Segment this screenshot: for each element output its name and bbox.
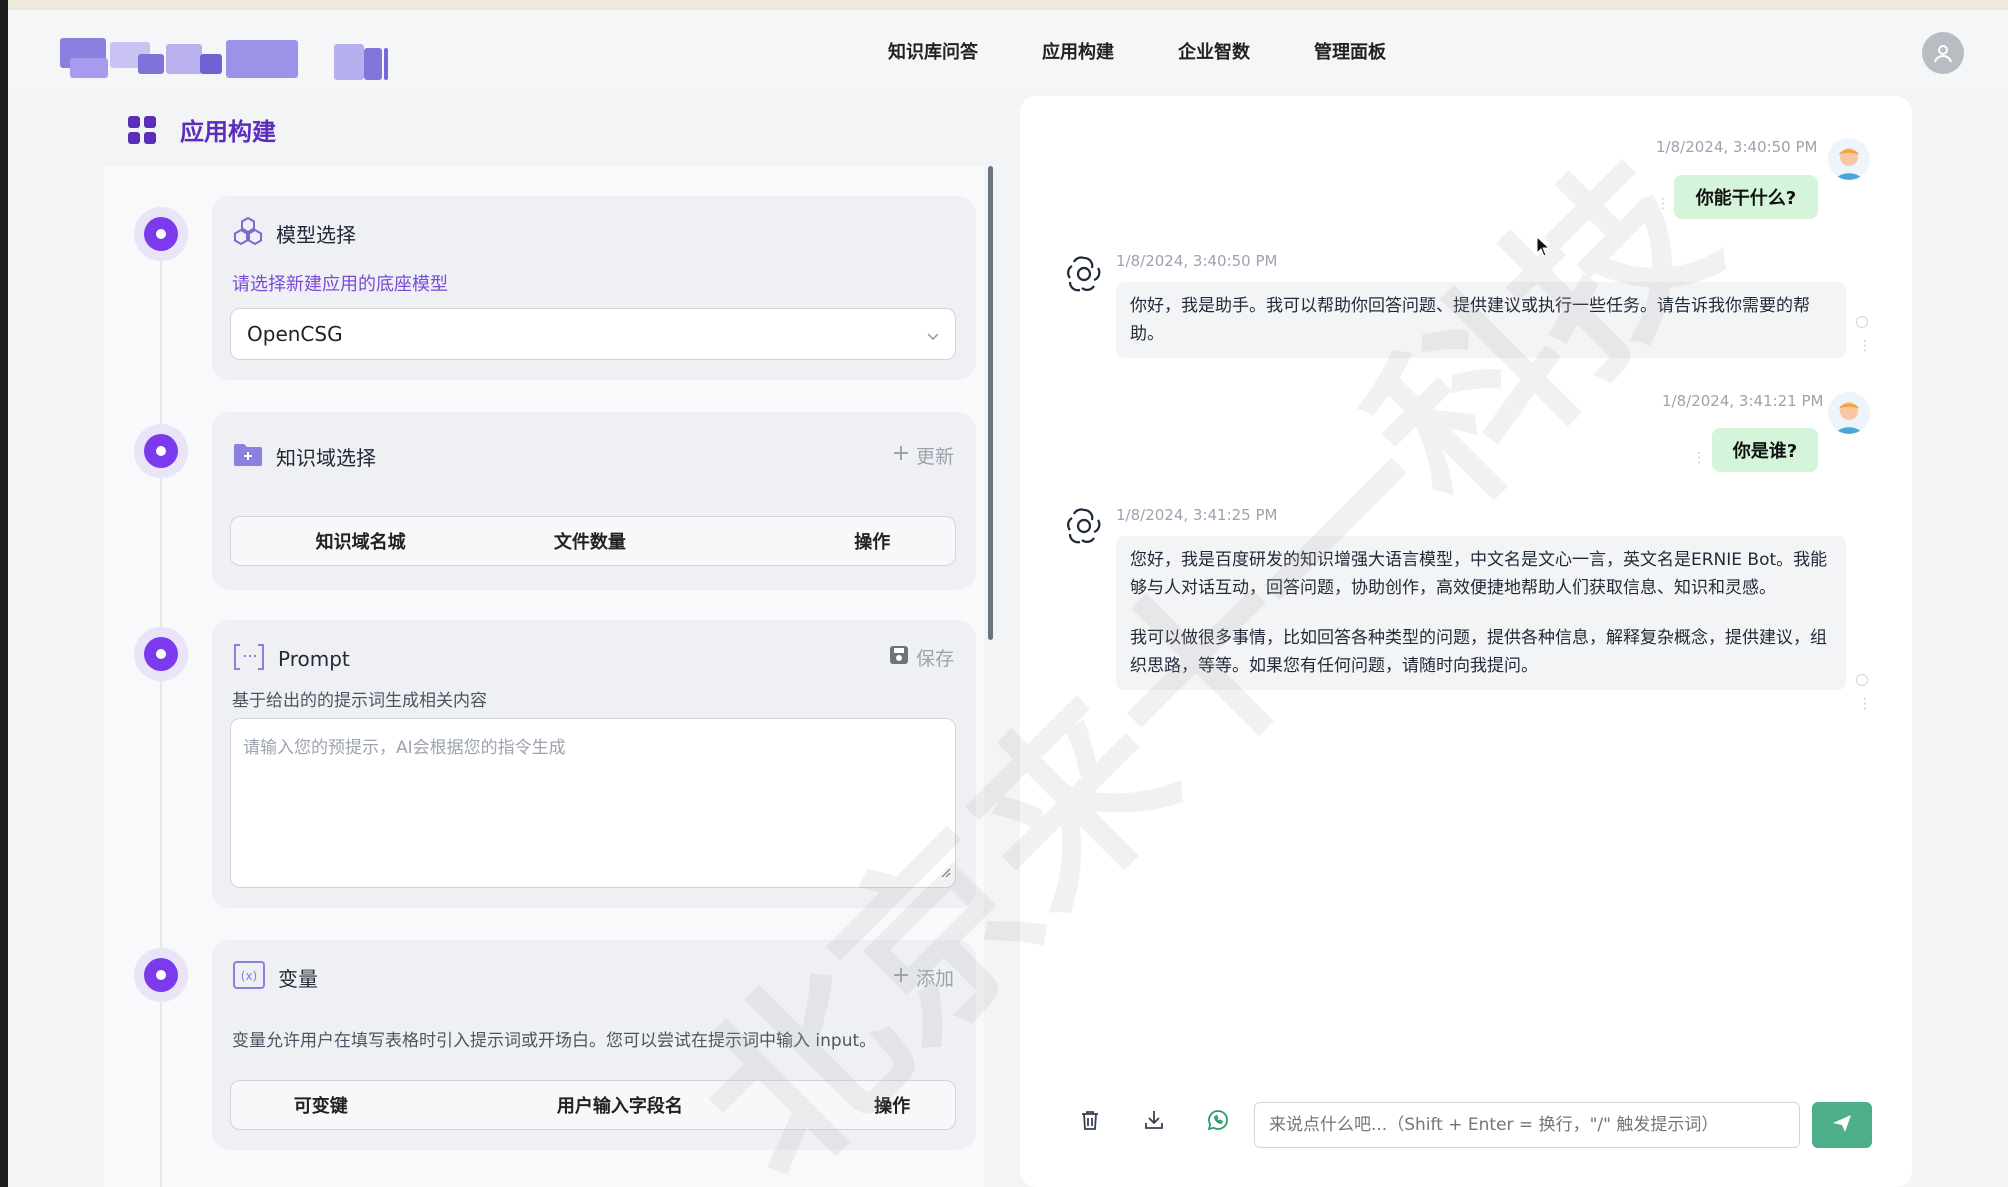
brand-logo[interactable]	[50, 28, 390, 84]
nav-admin-panel[interactable]: 管理面板	[1314, 38, 1386, 64]
variable-icon: (x)	[232, 960, 266, 994]
model-select-hint: 请选择新建应用的底座模型	[232, 274, 448, 295]
main-nav: 知识库问答 应用构建 企业智数 管理面板	[888, 38, 1386, 64]
mouse-cursor-icon	[1536, 235, 1552, 262]
send-icon	[1831, 1112, 1853, 1138]
resize-handle-icon[interactable]	[941, 863, 951, 883]
status-ring-icon	[1856, 316, 1868, 328]
more-icon[interactable]: ⋮	[1858, 338, 1872, 354]
trash-icon[interactable]	[1070, 1100, 1110, 1140]
plus-icon	[892, 966, 910, 989]
user-avatar-icon[interactable]	[1922, 32, 1964, 74]
brackets-icon	[232, 642, 266, 676]
variables-col-field: 用户输入字段名	[556, 1096, 683, 1117]
user-message-bubble: 你是谁?	[1712, 428, 1818, 472]
nav-knowledge-qa[interactable]: 知识库问答	[888, 38, 978, 64]
status-ring-icon	[1856, 674, 1868, 686]
top-header: 知识库问答 应用构建 企业智数 管理面板	[8, 10, 2008, 94]
model-select-label: 模型选择	[276, 222, 356, 247]
left-scrollbar[interactable]	[988, 166, 993, 640]
step-dot-prompt	[134, 627, 188, 681]
variables-add-button[interactable]: 添加	[892, 964, 954, 991]
step-dot-variables	[134, 948, 188, 1002]
whatsapp-icon[interactable]	[1198, 1100, 1238, 1140]
nav-app-build[interactable]: 应用构建	[1042, 38, 1114, 64]
variables-table-header: 可变键 用户输入字段名 操作	[230, 1080, 956, 1130]
svg-text:(x): (x)	[241, 969, 257, 983]
knowledge-col-action: 操作	[854, 532, 891, 553]
folder-icon	[232, 440, 264, 472]
user-message-bubble: 你能干什么?	[1674, 175, 1818, 219]
save-icon	[888, 644, 910, 671]
knowledge-table-header: 知识域名城 文件数量 操作	[230, 516, 956, 566]
more-icon[interactable]: ⋮	[1858, 696, 1872, 712]
message-timestamp: 1/8/2024, 3:41:21 PM	[1662, 392, 1824, 410]
panel-header: 应用构建	[128, 112, 276, 147]
prompt-card: Prompt 保存 基于给出的的提示词生成相关内容 请输入您的预提示，AI会根据…	[212, 620, 976, 908]
nav-enterprise-data[interactable]: 企业智数	[1178, 38, 1250, 64]
variables-label: 变量	[278, 966, 318, 991]
knowledge-col-name: 知识域名城	[315, 532, 406, 553]
window-left-edge	[0, 0, 8, 1187]
model-select-card: 模型选择 请选择新建应用的底座模型 OpenCSG	[212, 196, 976, 380]
plus-icon	[892, 444, 910, 467]
grid-icon	[128, 115, 156, 144]
assistant-message-bubble: 你好，我是助手。我可以帮助你回答问题、提供建议或执行一些任务。请告诉我你需要的帮…	[1116, 282, 1846, 358]
prompt-save-button[interactable]: 保存	[888, 644, 954, 671]
knowledge-update-button[interactable]: 更新	[892, 442, 954, 469]
user-avatar	[1828, 392, 1870, 434]
message-timestamp: 1/8/2024, 3:41:25 PM	[1116, 506, 1278, 524]
more-icon[interactable]: ⋮	[1692, 450, 1706, 466]
step-dot-knowledge	[134, 424, 188, 478]
timeline-line	[160, 230, 162, 1187]
assistant-message-bubble: 您好，我是百度研发的知识增强大语言模型，中文名是文心一言，英文名是ERNIE B…	[1116, 536, 1846, 690]
variables-col-action: 操作	[874, 1096, 911, 1117]
download-icon[interactable]	[1134, 1100, 1174, 1140]
window-top-strip	[0, 0, 2008, 10]
variables-card: (x) 变量 添加 变量允许用户在填写表格时引入提示词或开场白。您可以尝试在提示…	[212, 940, 976, 1150]
prompt-textarea[interactable]: 请输入您的预提示，AI会根据您的指令生成	[230, 718, 956, 888]
message-timestamp: 1/8/2024, 3:40:50 PM	[1116, 252, 1278, 270]
variables-description: 变量允许用户在填写表格时引入提示词或开场白。您可以尝试在提示词中输入 input…	[232, 1031, 877, 1051]
model-dropdown-value: OpenCSG	[247, 322, 343, 346]
model-dropdown[interactable]: OpenCSG	[230, 308, 956, 360]
assistant-openai-icon	[1064, 254, 1104, 294]
page-title: 应用构建	[180, 118, 276, 146]
more-icon[interactable]: ⋮	[1656, 196, 1670, 212]
knowledge-label: 知识域选择	[276, 445, 376, 470]
prompt-label: Prompt	[278, 647, 350, 671]
cubes-icon	[232, 216, 264, 250]
message-timestamp: 1/8/2024, 3:40:50 PM	[1656, 138, 1818, 156]
chat-toolbar	[1070, 1100, 1262, 1140]
step-dot-model	[134, 207, 188, 261]
knowledge-card: 知识域选择 更新 知识域名城 文件数量 操作	[212, 412, 976, 590]
variables-col-key: 可变键	[293, 1096, 348, 1117]
user-avatar	[1828, 138, 1870, 180]
knowledge-col-count: 文件数量	[553, 532, 626, 553]
prompt-description: 基于给出的的提示词生成相关内容	[232, 691, 487, 711]
chevron-down-icon	[925, 325, 941, 349]
chat-input[interactable]	[1254, 1102, 1800, 1148]
send-button[interactable]	[1812, 1102, 1872, 1148]
prompt-placeholder: 请输入您的预提示，AI会根据您的指令生成	[243, 738, 566, 758]
assistant-openai-icon	[1064, 506, 1104, 546]
